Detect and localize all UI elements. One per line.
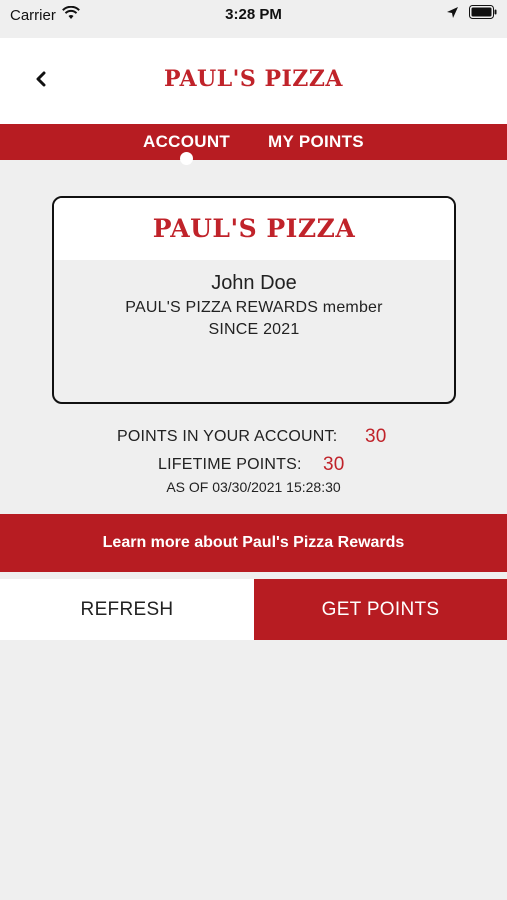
get-points-button[interactable]: GET POINTS: [254, 579, 507, 640]
status-time: 3:28 PM: [225, 6, 282, 23]
membership-card: PAUL'S PIZZA John Doe PAUL'S PIZZA REWAR…: [52, 196, 456, 404]
refresh-button[interactable]: REFRESH: [0, 579, 254, 640]
battery-icon: [469, 5, 497, 23]
member-since: SINCE 2021: [208, 321, 300, 338]
as-of-timestamp: AS OF 03/30/2021 15:28:30: [166, 479, 341, 495]
learn-more-button[interactable]: Learn more about Paul's Pizza Rewards: [0, 514, 507, 572]
tab-my-points[interactable]: MY POINTS: [268, 132, 364, 152]
tab-account[interactable]: ACCOUNT: [143, 132, 230, 152]
status-bar: Carrier 3:28 PM: [0, 0, 507, 38]
active-tab-indicator: [180, 152, 193, 165]
status-right: [446, 5, 497, 23]
membership-label: PAUL'S PIZZA REWARDS member: [125, 299, 383, 316]
card-logo: PAUL'S PIZZA: [54, 198, 454, 260]
lifetime-points-value: 30: [323, 454, 345, 475]
brand-logo: PAUL'S PIZZA: [164, 66, 343, 92]
member-name: John Doe: [211, 272, 297, 294]
lifetime-points-label: LIFETIME POINTS:: [158, 456, 302, 473]
account-points-label: POINTS IN YOUR ACCOUNT:: [117, 428, 338, 445]
location-arrow-icon: [446, 6, 459, 23]
tab-bar: ACCOUNT MY POINTS: [0, 124, 507, 160]
nav-bar: PAUL'S PIZZA: [0, 38, 507, 124]
account-points-value: 30: [365, 426, 387, 447]
